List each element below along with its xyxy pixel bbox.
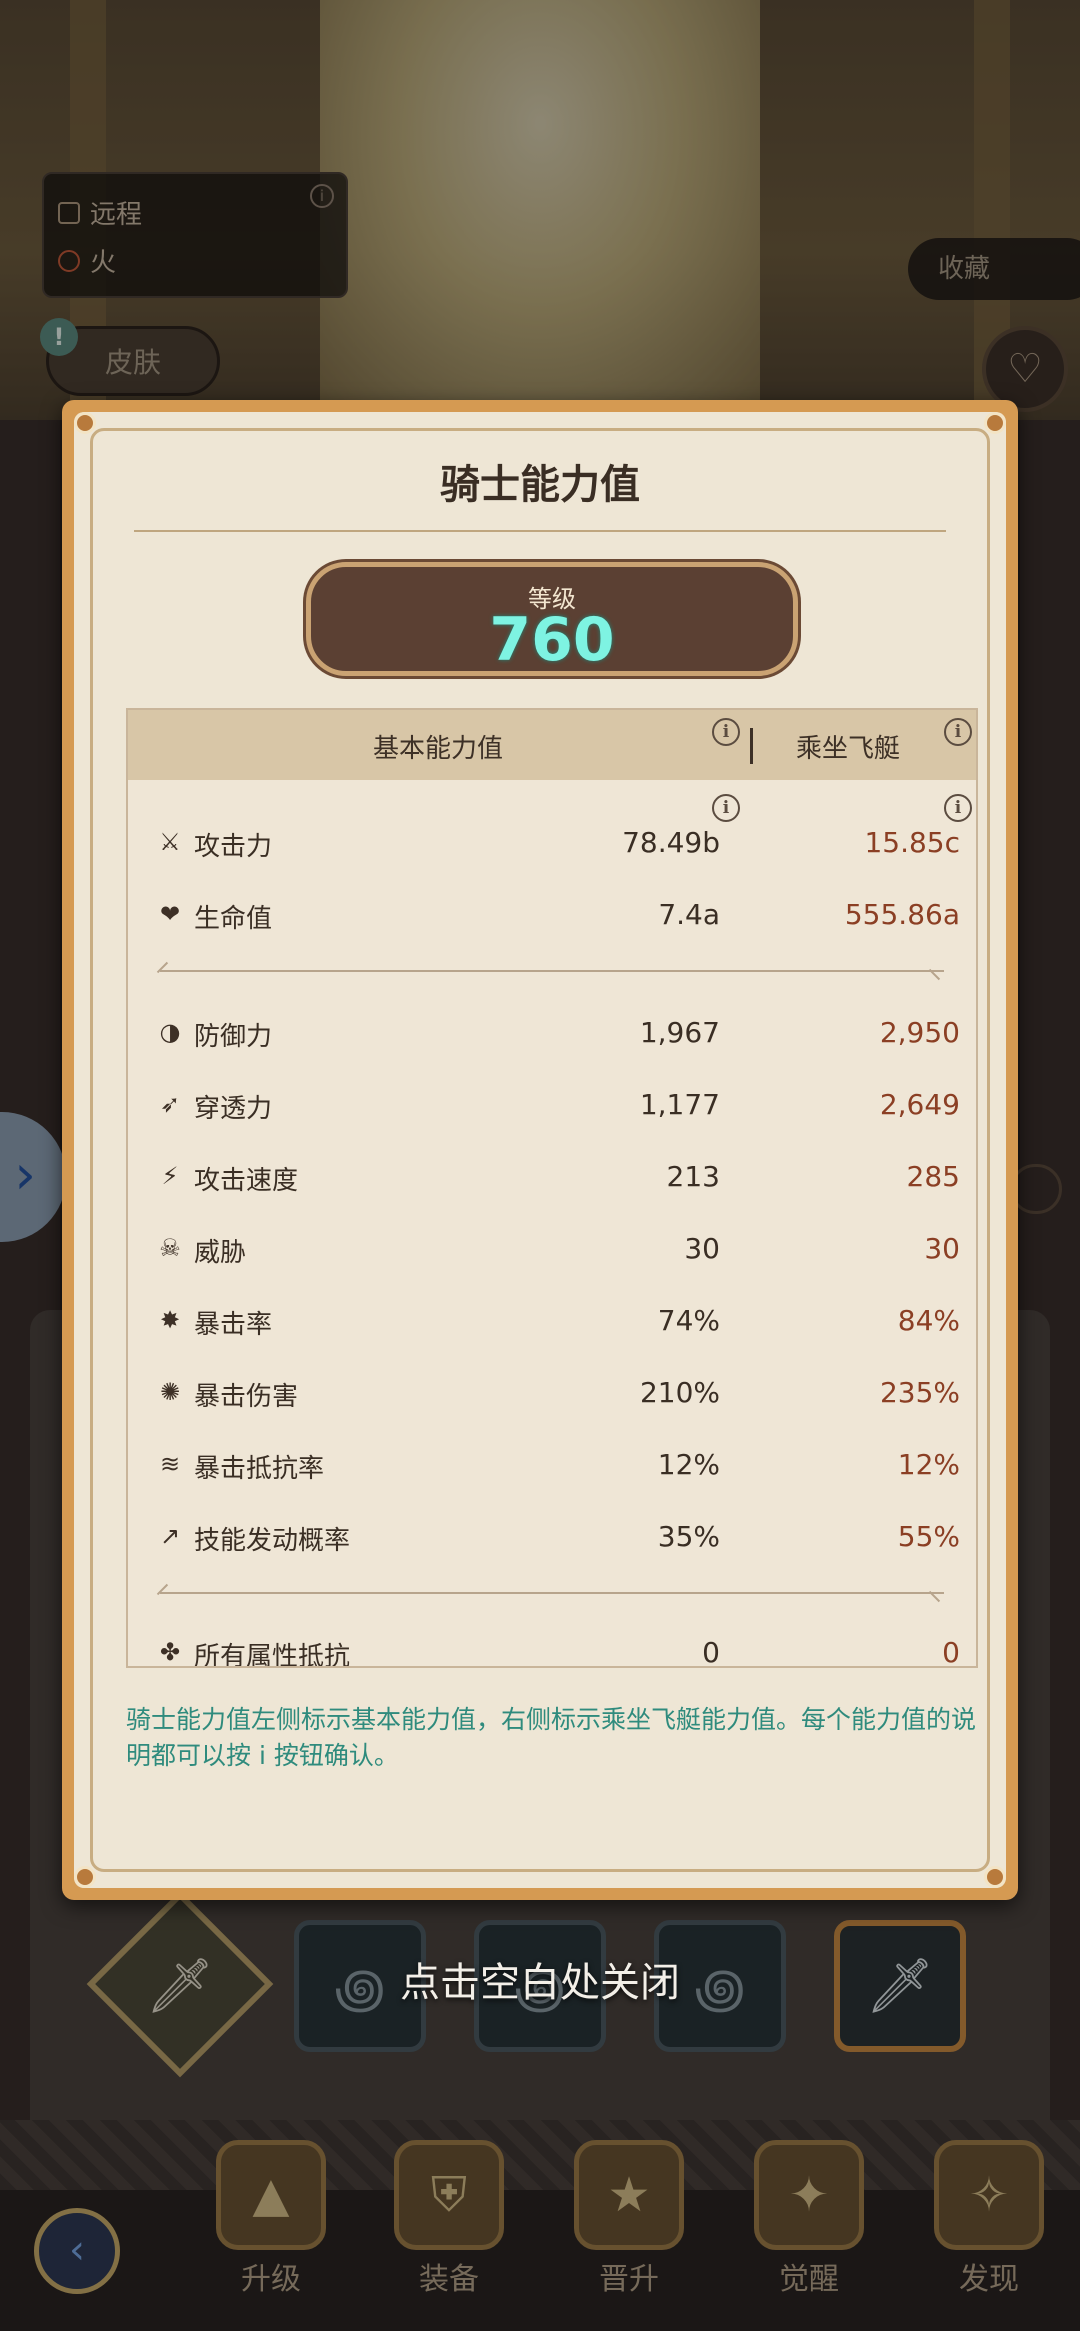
- stat-name: 威胁: [194, 1238, 247, 1268]
- header-airship-stats: 乘坐飞艇: [795, 734, 900, 764]
- stat-base-value: 35%: [657, 1520, 720, 1553]
- stat-base-value: 74%: [657, 1304, 720, 1337]
- corner-ornament: [74, 1866, 96, 1888]
- stat-airship-value: 0: [942, 1636, 960, 1668]
- stats-header: 基本能力值 i 乘坐飞艇 i: [128, 710, 976, 780]
- stats-table: 基本能力值 i 乘坐飞艇 i i i ⚔ 攻击力 78.49b 15.85c ❤…: [126, 708, 978, 1668]
- stat-row-skill-proc[interactable]: ↗ 技能发动概率 35% 55%: [128, 1506, 976, 1566]
- airship-info-icon[interactable]: i: [944, 718, 972, 746]
- stat-airship-value: 555.86a: [844, 898, 960, 931]
- close-hint: 点击空白处关闭: [400, 1960, 680, 2006]
- stat-base-value: 213: [666, 1160, 720, 1193]
- stat-airship-value: 30: [924, 1232, 960, 1265]
- threat-icon: ☠: [159, 1234, 181, 1262]
- crit-damage-icon: ✺: [159, 1378, 181, 1406]
- stat-base-value: 78.49b: [622, 826, 720, 859]
- stat-name: 防御力: [194, 1022, 273, 1052]
- crit-rate-icon: ✸: [159, 1306, 181, 1334]
- modal-body: 骑士能力值 等级 760 基本能力值 i 乘坐飞艇 i i i ⚔ 攻击力 78…: [74, 412, 1006, 1888]
- base-info-icon[interactable]: i: [712, 718, 740, 746]
- stats-explanation-note: 骑士能力值左侧标示基本能力值，右侧标示乘坐飞艇能力值。每个能力值的说明都可以按 …: [126, 1705, 977, 1770]
- heart-icon: ❤: [159, 900, 181, 928]
- stat-airship-value: 2,649: [879, 1088, 960, 1121]
- header-separator: [750, 728, 753, 764]
- corner-ornament: [984, 412, 1006, 434]
- stat-row-attack-speed[interactable]: ⚡ 攻击速度 213 285: [128, 1146, 976, 1206]
- title-divider: [134, 530, 946, 532]
- stat-row-crit-resist[interactable]: ≋ 暴击抵抗率 12% 12%: [128, 1434, 976, 1494]
- all-resist-icon: ✤: [159, 1638, 181, 1666]
- stat-row-all-resist[interactable]: ✤ 所有属性抵抗 0 0: [128, 1622, 976, 1668]
- stat-base-value: 210%: [639, 1376, 720, 1409]
- stat-base-value: 1,967: [639, 1016, 720, 1049]
- stat-name: 穿透力: [194, 1094, 273, 1124]
- stat-airship-value: 2,950: [879, 1016, 960, 1049]
- sword-icon: ⚔: [159, 828, 181, 856]
- level-badge: 等级 760: [306, 562, 798, 676]
- stat-row-crit-rate[interactable]: ✸ 暴击率 74% 84%: [128, 1290, 976, 1350]
- stat-row-hp[interactable]: ❤ 生命值 7.4a 555.86a: [128, 884, 976, 944]
- stat-base-value: 30: [684, 1232, 720, 1265]
- corner-ornament: [984, 1866, 1006, 1888]
- stat-name: 生命值: [194, 904, 273, 934]
- section-divider: [160, 1592, 944, 1594]
- stat-row-penetration[interactable]: ➶ 穿透力 1,177 2,649: [128, 1074, 976, 1134]
- stat-name: 技能发动概率: [194, 1526, 351, 1556]
- stat-name: 暴击伤害: [194, 1382, 299, 1412]
- stat-base-value: 1,177: [639, 1088, 720, 1121]
- corner-ornament: [74, 412, 96, 434]
- stat-name: 攻击力: [194, 832, 273, 862]
- stat-airship-value: 12%: [897, 1448, 960, 1481]
- stat-airship-value: 55%: [897, 1520, 960, 1553]
- stat-name: 暴击抵抗率: [194, 1454, 325, 1484]
- stat-airship-value: 15.85c: [864, 826, 960, 859]
- crit-resist-icon: ≋: [159, 1450, 181, 1478]
- stat-row-attack[interactable]: ⚔ 攻击力 78.49b 15.85c: [128, 812, 976, 872]
- stat-row-crit-damage[interactable]: ✺ 暴击伤害 210% 235%: [128, 1362, 976, 1422]
- modal-title: 骑士能力值: [440, 462, 640, 508]
- stat-base-value: 7.4a: [658, 898, 720, 931]
- attack-speed-icon: ⚡: [161, 1162, 179, 1190]
- stat-base-value: 12%: [657, 1448, 720, 1481]
- level-value: 760: [489, 605, 615, 675]
- knight-stats-modal: 骑士能力值 等级 760 基本能力值 i 乘坐飞艇 i i i ⚔ 攻击力 78…: [62, 400, 1018, 1900]
- stat-airship-value: 285: [906, 1160, 960, 1193]
- skill-proc-icon: ↗: [159, 1522, 181, 1550]
- stat-name: 攻击速度: [194, 1166, 299, 1196]
- stat-airship-value: 84%: [897, 1304, 960, 1337]
- stat-name: 暴击率: [194, 1310, 273, 1340]
- section-divider: [160, 970, 944, 972]
- stat-base-value: 0: [702, 1636, 720, 1668]
- stat-row-threat[interactable]: ☠ 威胁 30 30: [128, 1218, 976, 1278]
- header-base-stats: 基本能力值: [372, 734, 503, 764]
- shield-half-icon: ◑: [159, 1018, 181, 1046]
- stat-airship-value: 235%: [879, 1376, 960, 1409]
- pierce-icon: ➶: [159, 1090, 181, 1118]
- stat-row-defense[interactable]: ◑ 防御力 1,967 2,950: [128, 1002, 976, 1062]
- stat-name: 所有属性抵抗: [194, 1642, 351, 1668]
